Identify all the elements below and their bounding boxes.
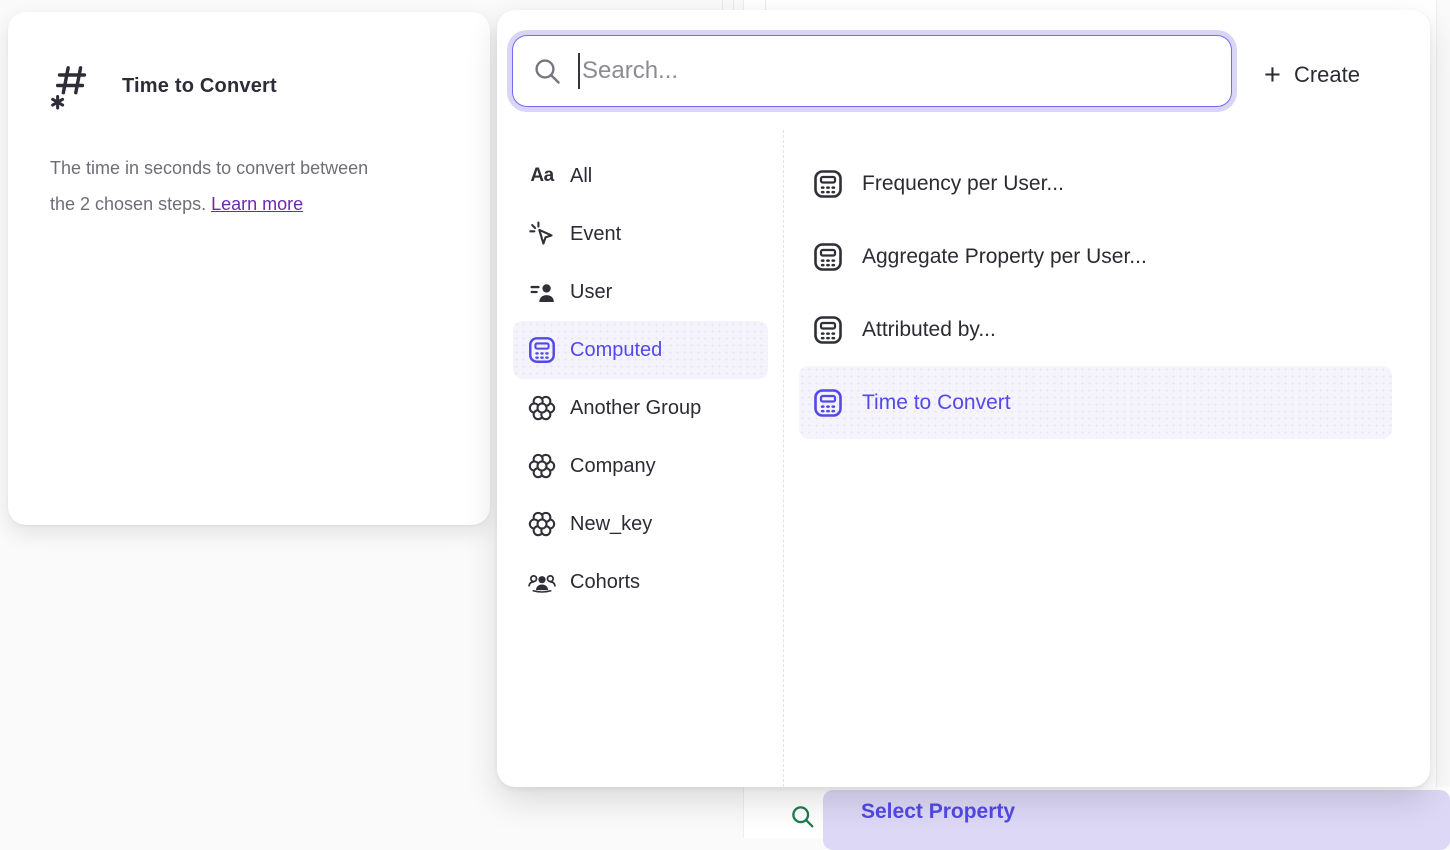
- numeric-property-icon: [50, 60, 92, 112]
- category-label: Computed: [570, 339, 662, 362]
- search-input[interactable]: Search...: [512, 35, 1232, 107]
- property-picker-dropdown: Search... + Create Aa All Event: [497, 10, 1430, 787]
- result-label: Attributed by...: [862, 318, 996, 342]
- category-item-company[interactable]: Company: [513, 437, 768, 495]
- category-label: Another Group: [570, 397, 701, 420]
- select-property-label: Select Property: [861, 800, 1015, 824]
- search-focus-ring: Search...: [507, 30, 1237, 112]
- category-label: New_key: [570, 513, 652, 536]
- result-label: Frequency per User...: [862, 172, 1064, 196]
- calculator-icon: [527, 335, 557, 365]
- category-label: Company: [570, 455, 656, 478]
- result-label: Aggregate Property per User...: [862, 245, 1147, 269]
- cursor-click-icon: [527, 220, 557, 249]
- category-item-user[interactable]: User: [513, 263, 768, 321]
- category-item-cohorts[interactable]: Cohorts: [513, 553, 768, 611]
- category-label: All: [570, 165, 592, 188]
- create-button[interactable]: + Create: [1264, 62, 1360, 88]
- group-cluster-icon: [527, 509, 557, 539]
- tooltip-title: Time to Convert: [122, 75, 277, 98]
- tooltip-card: Time to Convert The time in seconds to c…: [8, 12, 490, 525]
- column-divider: [783, 130, 784, 787]
- result-item-frequency-per-user[interactable]: Frequency per User...: [799, 147, 1392, 220]
- category-label: User: [570, 281, 612, 304]
- category-item-computed[interactable]: Computed: [513, 321, 768, 379]
- select-property-bar: Select Property: [744, 787, 1450, 838]
- category-label: Event: [570, 223, 621, 246]
- tooltip-description: The time in seconds to convert between t…: [50, 150, 450, 222]
- cohorts-icon: [527, 568, 557, 596]
- property-search-icon: [790, 804, 815, 829]
- text-caret: [578, 53, 580, 89]
- select-property-button[interactable]: Select Property: [823, 790, 1450, 850]
- category-list: Aa All Event: [513, 147, 768, 611]
- user-icon: [527, 278, 557, 307]
- calculator-icon: [812, 241, 844, 273]
- group-cluster-icon: [527, 393, 557, 423]
- category-item-another-group[interactable]: Another Group: [513, 379, 768, 437]
- category-label: Cohorts: [570, 571, 640, 594]
- category-item-new-key[interactable]: New_key: [513, 495, 768, 553]
- calculator-icon: [812, 168, 844, 200]
- results-list: Frequency per User... Aggregate Property…: [799, 147, 1392, 439]
- result-label: Time to Convert: [862, 391, 1011, 415]
- result-item-time-to-convert[interactable]: Time to Convert: [799, 366, 1392, 439]
- group-cluster-icon: [527, 451, 557, 481]
- category-item-event[interactable]: Event: [513, 205, 768, 263]
- result-item-attributed-by[interactable]: Attributed by...: [799, 293, 1392, 366]
- calculator-icon: [812, 387, 844, 419]
- result-item-aggregate-property-per-user[interactable]: Aggregate Property per User...: [799, 220, 1392, 293]
- learn-more-link[interactable]: Learn more: [211, 194, 303, 214]
- letter-case-icon: Aa: [527, 165, 557, 187]
- category-item-all[interactable]: Aa All: [513, 147, 768, 205]
- calculator-icon: [812, 314, 844, 346]
- plus-icon: +: [1264, 64, 1281, 86]
- tooltip-header: Time to Convert: [50, 60, 448, 112]
- create-button-label: Create: [1294, 62, 1360, 88]
- search-icon: [533, 57, 561, 85]
- search-placeholder: Search...: [582, 57, 678, 85]
